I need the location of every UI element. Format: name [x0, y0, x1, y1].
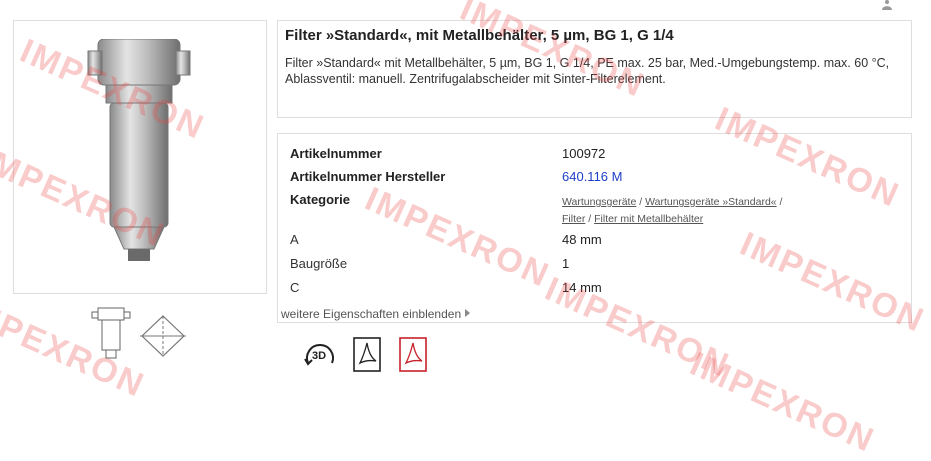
- thumbnail-product-drawing[interactable]: [88, 306, 134, 362]
- product-header: Filter »Standard«, mit Metallbehälter, 5…: [277, 20, 912, 118]
- 3d-view-icon[interactable]: 3D: [302, 337, 338, 373]
- user-icon[interactable]: [880, 0, 894, 10]
- pdf-icon[interactable]: [398, 337, 430, 373]
- thumbnail-strip: [88, 306, 198, 366]
- 3d-label: 3D: [312, 350, 326, 362]
- show-more-properties-link[interactable]: weitere Eigenschaften einblenden: [281, 307, 471, 321]
- category-breadcrumb: Wartungsgeräte / Wartungsgeräte »Standar…: [562, 194, 782, 228]
- pdf-icon[interactable]: [352, 337, 384, 373]
- product-image: [87, 39, 191, 261]
- thumbnail-filter-symbol[interactable]: [140, 314, 186, 358]
- property-value: 48 mm: [562, 232, 602, 247]
- category-link[interactable]: Filter: [562, 213, 585, 225]
- property-row: Baugröße 1: [290, 256, 890, 276]
- watermark: IMPEXRON: [684, 345, 881, 460]
- triangle-right-icon: [465, 309, 471, 317]
- category-link[interactable]: Filter mit Metallbehälter: [594, 213, 703, 225]
- category-separator: /: [585, 213, 595, 225]
- property-row: A 48 mm: [290, 232, 890, 252]
- show-more-label: weitere Eigenschaften einblenden: [281, 307, 462, 321]
- property-label: A: [290, 232, 299, 247]
- property-label: C: [290, 280, 300, 295]
- property-row: Artikelnummer Hersteller 640.116 M: [290, 169, 890, 189]
- manufacturer-number-link[interactable]: 640.116 M: [562, 169, 622, 184]
- category-separator: /: [636, 196, 646, 208]
- property-value: 100972: [562, 146, 606, 161]
- product-image-box[interactable]: [13, 20, 267, 294]
- category-separator: /: [776, 196, 783, 208]
- properties-table: Artikelnummer 100972 Artikelnummer Herst…: [277, 133, 912, 323]
- property-row: C 14 mm: [290, 280, 890, 300]
- category-link[interactable]: Wartungsgeräte »Standard«: [645, 196, 777, 208]
- property-row-category: Kategorie Wartungsgeräte / Wartungsgerät…: [290, 192, 890, 228]
- category-link[interactable]: Wartungsgeräte: [562, 196, 636, 208]
- property-value: 14 mm: [562, 280, 602, 295]
- property-label: Artikelnummer Hersteller: [290, 169, 446, 184]
- product-description: Filter »Standard« mit Metallbehälter, 5 …: [285, 56, 890, 86]
- property-value: 1: [562, 256, 570, 271]
- download-actions: 3D: [302, 337, 442, 373]
- property-row: Artikelnummer 100972: [290, 146, 890, 166]
- property-label: Baugröße: [290, 256, 348, 271]
- property-label: Kategorie: [290, 192, 350, 207]
- property-label: Artikelnummer: [290, 146, 382, 161]
- product-title: Filter »Standard«, mit Metallbehälter, 5…: [285, 27, 674, 44]
